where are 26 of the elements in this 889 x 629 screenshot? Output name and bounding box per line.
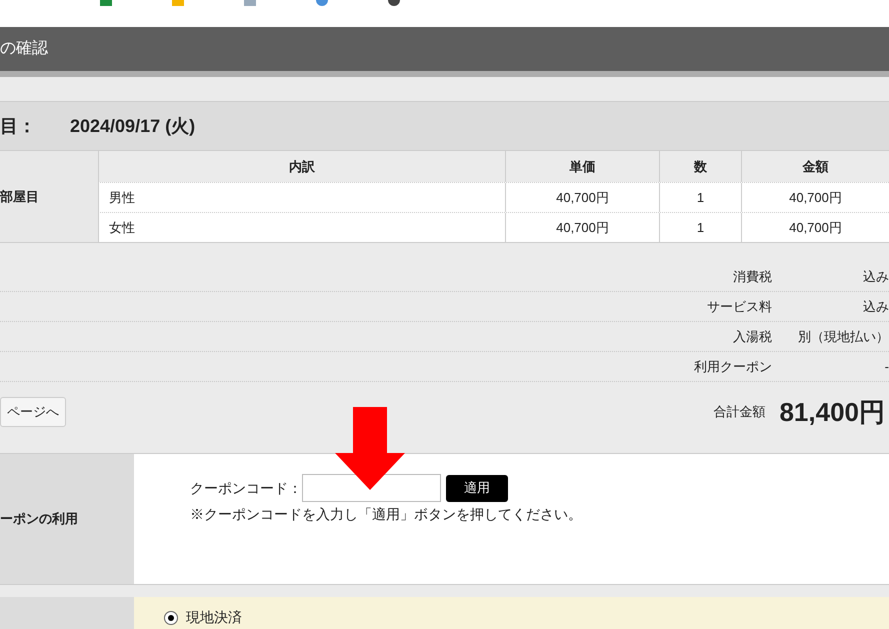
table-cell: 1 [659, 213, 741, 242]
total-value: 81,400円 [779, 396, 885, 428]
summary-label: 消費税 [732, 268, 772, 286]
table-cell: 女性 [98, 213, 505, 242]
coupon-code-label: クーポンコード： [190, 478, 302, 498]
table-cell: 40,700円 [505, 213, 659, 242]
coupon-note: ※クーポンコードを入力し「適用」ボタンを押してください。 [190, 505, 583, 524]
back-button[interactable]: ページへ [0, 397, 66, 427]
radio-button[interactable] [164, 610, 178, 624]
coupon-code-field[interactable] [302, 474, 441, 502]
down-arrow-icon [335, 407, 405, 490]
payment-option-label: 現地決済 [186, 608, 242, 627]
summary-value: 別（現地払い） [797, 328, 889, 346]
date-value: 2024/09/17 (火) [70, 114, 196, 138]
summary-value: - [884, 358, 889, 376]
summary-label: 入湯税 [732, 328, 772, 346]
total-label: 合計金額 [713, 403, 766, 422]
page-title: の確認 [0, 38, 48, 59]
table-cell: 40,700円 [741, 213, 889, 242]
date-label: 目： [0, 114, 37, 138]
summary-value: 込み [862, 268, 889, 286]
summary-label: サービス料 [706, 298, 772, 316]
summary-label: 利用クーポン [693, 358, 772, 376]
summary-value: 込み [862, 298, 889, 316]
coupon-section-label: ーポンの利用 [0, 454, 134, 584]
apply-button[interactable]: 適用 [446, 474, 508, 502]
